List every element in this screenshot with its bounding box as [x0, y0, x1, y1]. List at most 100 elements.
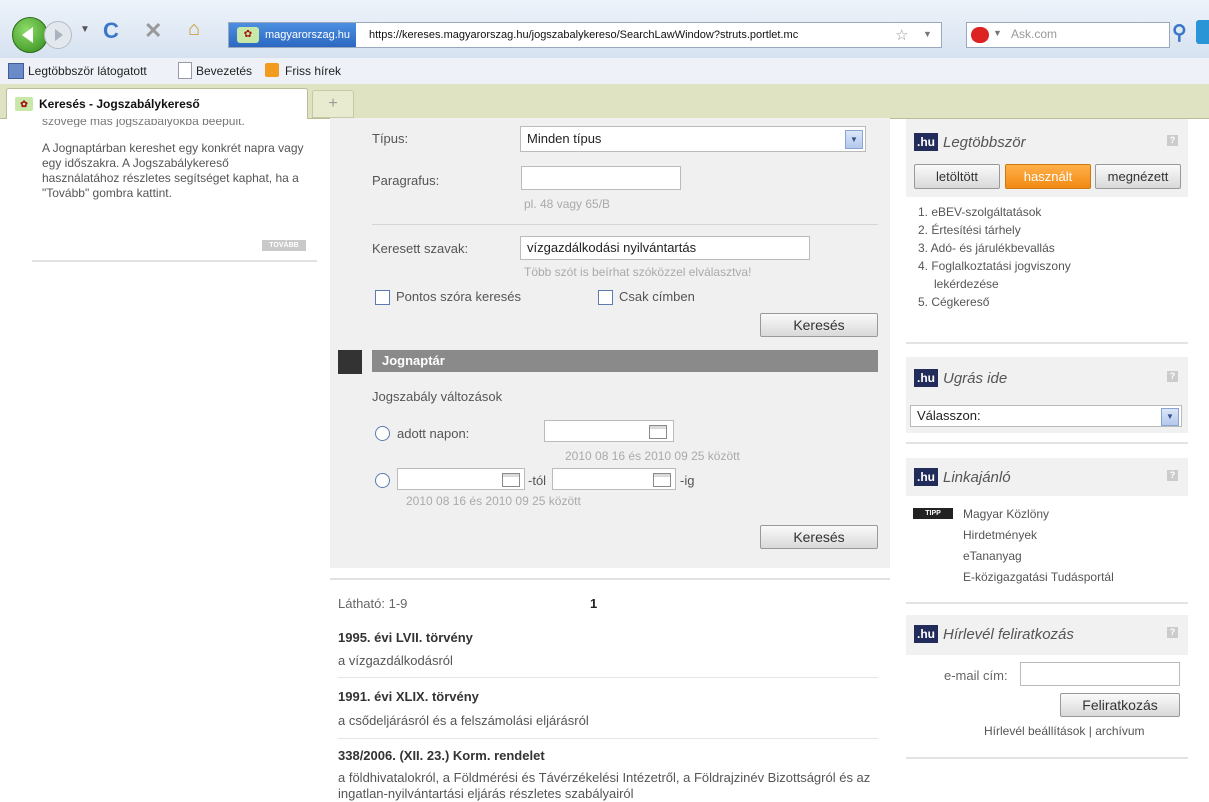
- bookmark-star-icon[interactable]: ☆: [895, 26, 908, 44]
- result-divider: [338, 677, 878, 678]
- result-subtitle: a csődeljárásról és a felszámolási eljár…: [338, 713, 589, 728]
- help-icon[interactable]: ?: [1167, 470, 1178, 481]
- range-from-input[interactable]: [397, 468, 525, 490]
- bookmark-friss-hirek[interactable]: Friss hírek: [285, 64, 341, 78]
- search-magnifier-icon[interactable]: ⚲: [1172, 20, 1187, 45]
- jump-select-value: Válasszon:: [917, 408, 981, 423]
- range-radio[interactable]: [375, 473, 390, 488]
- result-title[interactable]: 1991. évi XLIX. törvény: [338, 689, 479, 704]
- subscribe-button[interactable]: Feliratkozás: [1060, 693, 1180, 717]
- help-icon[interactable]: ?: [1167, 627, 1178, 638]
- widget-divider: [906, 342, 1188, 344]
- links-widget: .hu Linkajánló ?: [906, 458, 1188, 496]
- forward-button[interactable]: [44, 21, 72, 49]
- to-suffix: -ig: [680, 473, 695, 488]
- paragraph-input[interactable]: [521, 166, 681, 190]
- exact-word-checkbox[interactable]: [375, 290, 390, 305]
- hu-logo: .hu: [914, 468, 938, 486]
- site-identity[interactable]: ✿ magyarorszag.hu: [229, 23, 356, 47]
- list-item[interactable]: 5. Cégkereső: [918, 293, 1071, 311]
- back-button[interactable]: [12, 17, 48, 53]
- on-day-date-input[interactable]: [544, 420, 674, 442]
- help-icon[interactable]: ?: [1167, 371, 1178, 382]
- type-select[interactable]: Minden típus ▼: [520, 126, 866, 152]
- most-visited-icon: [8, 63, 24, 79]
- on-day-radio[interactable]: [375, 426, 390, 441]
- list-item[interactable]: 3. Adó- és járulékbevallás: [918, 239, 1071, 257]
- jump-widget: .hu Ugrás ide ? Válasszon: ▼: [906, 357, 1188, 433]
- calendar-heading: Jognaptár: [372, 350, 878, 372]
- jump-select[interactable]: Válasszon: ▼: [910, 405, 1182, 427]
- newsletter-links: Hírlevél beállítások | archívum: [984, 724, 1145, 738]
- tip-badge: TIPP: [913, 508, 953, 519]
- left-cut-text: szövege más jogszabályokba beépült.: [42, 119, 245, 127]
- results-page-number[interactable]: 1: [590, 596, 597, 611]
- newsletter-settings-link[interactable]: Hírlevél beállítások: [984, 724, 1085, 738]
- bookmark-bevezetes[interactable]: Bevezetés: [196, 64, 252, 78]
- search-button[interactable]: Keresés: [760, 313, 878, 337]
- list-item[interactable]: Hirdetmények: [963, 525, 1114, 546]
- bookmarks-toolbar: Legtöbbször látogatott Bevezetés Friss h…: [0, 58, 1209, 85]
- list-item[interactable]: eTananyag: [963, 546, 1114, 567]
- tab-viewed[interactable]: megnézett: [1095, 164, 1181, 189]
- tab-downloaded[interactable]: letöltött: [914, 164, 1000, 189]
- home-icon[interactable]: ⌂: [188, 18, 200, 41]
- jump-heading: .hu Ugrás ide: [914, 369, 1007, 387]
- keywords-input[interactable]: vízgazdálkodási nyilvántartás: [520, 236, 810, 260]
- tab-jogszabalykereso[interactable]: ✿ Keresés - Jogszabálykereső: [6, 88, 308, 119]
- form-divider: [372, 224, 878, 225]
- from-suffix: -tól: [528, 473, 547, 488]
- calendar-icon[interactable]: [653, 473, 671, 487]
- chevron-down-icon[interactable]: ▼: [1161, 408, 1179, 426]
- browser-toolbar: ▼ C ✕ ⌂ ✿ magyarorszag.hu https://kereses…: [0, 0, 1209, 59]
- more-button[interactable]: TOVÁBB: [262, 240, 306, 251]
- address-bar[interactable]: ✿ magyarorszag.hu https://kereses.magyaro…: [228, 22, 942, 48]
- list-item[interactable]: E-közigazgatási Tudásportál: [963, 567, 1114, 588]
- links-list: Magyar Közlöny Hirdetmények eTananyag E-…: [963, 504, 1114, 588]
- newsletter-archive-link[interactable]: archívum: [1095, 724, 1144, 738]
- tab-title: Keresés - Jogszabálykereső: [39, 97, 200, 111]
- extension-icon[interactable]: [1196, 20, 1209, 44]
- bookmark-most-visited[interactable]: Legtöbbször látogatott: [28, 64, 147, 78]
- result-title[interactable]: 338/2006. (XII. 23.) Korm. rendelet: [338, 748, 545, 763]
- reload-icon[interactable]: C: [103, 18, 119, 44]
- links-heading: .hu Linkajánló: [914, 468, 1011, 486]
- result-title[interactable]: 1995. évi LVII. törvény: [338, 630, 473, 645]
- help-icon[interactable]: ?: [1167, 135, 1178, 146]
- newsletter-widget: .hu Hírlevél feliratkozás ?: [906, 615, 1188, 655]
- range-hint: 2010 08 16 és 2010 09 25 között: [406, 494, 581, 508]
- keywords-label: Keresett szavak:: [372, 241, 469, 256]
- history-dropdown-icon[interactable]: ▼: [80, 24, 90, 35]
- rss-icon: [265, 63, 279, 77]
- calendar-search-button[interactable]: Keresés: [760, 525, 878, 549]
- title-only-checkbox[interactable]: [598, 290, 613, 305]
- range-to-input[interactable]: [552, 468, 676, 490]
- list-item[interactable]: 4. Foglalkoztatási jogviszony: [918, 257, 1071, 275]
- calendar-icon[interactable]: [502, 473, 520, 487]
- search-bar[interactable]: ▼ Ask.com: [966, 22, 1170, 48]
- url-dropdown-icon[interactable]: ▼: [923, 29, 932, 39]
- calendar-icon[interactable]: [649, 425, 667, 439]
- site-favicon-icon: ✿: [237, 27, 259, 43]
- link-divider: |: [1088, 724, 1092, 738]
- list-item[interactable]: 2. Értesítési tárhely: [918, 221, 1071, 239]
- list-item[interactable]: lekérdezése: [918, 275, 1071, 293]
- hu-logo: .hu: [914, 625, 938, 643]
- engine-dropdown-icon[interactable]: ▼: [993, 28, 1002, 38]
- site-favicon-icon: ✿: [15, 97, 33, 111]
- widget-divider: [906, 442, 1188, 444]
- paragraph-label: Paragrafus:: [372, 173, 440, 188]
- left-info-text: A Jognaptárban kereshet egy konkrét napr…: [42, 141, 304, 200]
- tab-used[interactable]: használt: [1005, 164, 1091, 189]
- exact-word-label: Pontos szóra keresés: [396, 289, 522, 304]
- list-item[interactable]: Magyar Közlöny: [963, 504, 1114, 525]
- newsletter-heading: .hu Hírlevél feliratkozás: [914, 625, 1074, 643]
- new-tab-button[interactable]: +: [312, 90, 354, 118]
- search-placeholder: Ask.com: [1011, 27, 1058, 41]
- stop-icon[interactable]: ✕: [144, 18, 162, 44]
- chevron-down-icon[interactable]: ▼: [845, 130, 863, 149]
- email-input[interactable]: [1020, 662, 1180, 686]
- paragraph-hint: pl. 48 vagy 65/B: [524, 197, 611, 211]
- list-item[interactable]: 1. eBEV-szolgáltatások: [918, 203, 1071, 221]
- title-only-label: Csak címben: [619, 289, 695, 304]
